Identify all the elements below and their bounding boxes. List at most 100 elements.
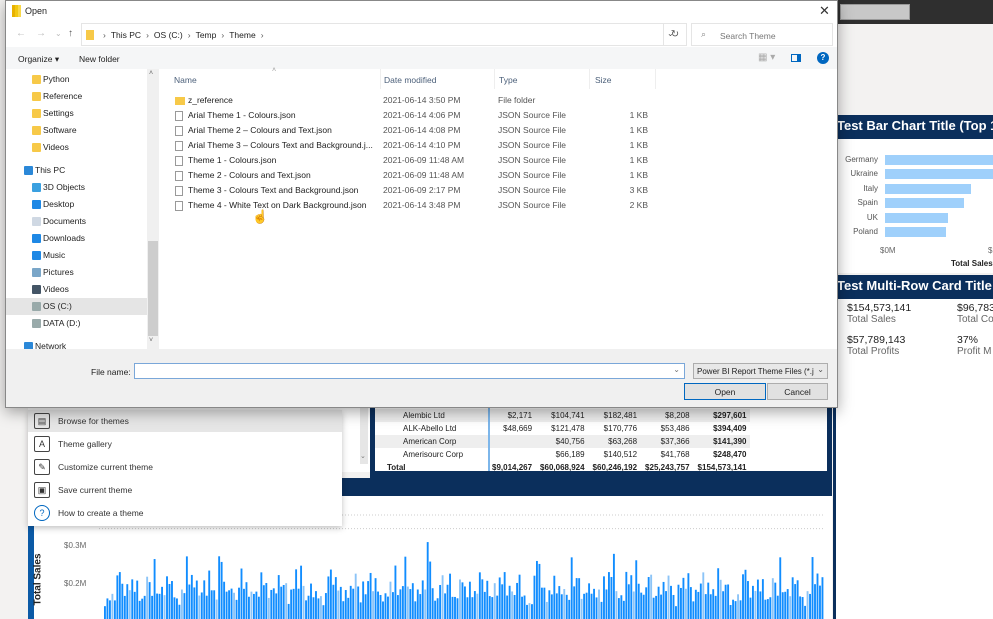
bar[interactable] xyxy=(885,227,946,237)
column-bar[interactable] xyxy=(123,595,126,619)
column-bar[interactable] xyxy=(238,587,240,619)
column-bar[interactable] xyxy=(640,592,643,619)
column-bar[interactable] xyxy=(454,596,456,619)
column-bar[interactable] xyxy=(131,579,134,619)
column-bar[interactable] xyxy=(163,595,166,619)
column-bar[interactable] xyxy=(481,579,484,619)
column-bar[interactable] xyxy=(349,585,352,619)
column-bar[interactable] xyxy=(362,581,365,619)
column-bar[interactable] xyxy=(158,593,161,619)
column-bar[interactable] xyxy=(496,595,499,619)
column-bar[interactable] xyxy=(334,577,337,619)
column-bar[interactable] xyxy=(372,591,375,619)
column-bar[interactable] xyxy=(573,586,576,619)
preview-pane-icon[interactable] xyxy=(791,54,801,62)
column-date-modified[interactable]: Date modified xyxy=(384,75,436,85)
column-bar[interactable] xyxy=(804,605,807,619)
column-bar[interactable] xyxy=(141,598,144,619)
column-bar[interactable] xyxy=(747,581,749,619)
column-bar[interactable] xyxy=(645,587,648,619)
column-bar[interactable] xyxy=(342,601,345,619)
column-bar[interactable] xyxy=(518,574,521,619)
nav-item[interactable]: Videos xyxy=(6,281,147,298)
column-bar[interactable] xyxy=(434,600,437,619)
column-bar[interactable] xyxy=(262,585,265,619)
column-bar[interactable] xyxy=(394,565,397,619)
column-bar[interactable] xyxy=(310,583,312,619)
column-bar[interactable] xyxy=(210,590,213,619)
nav-item[interactable]: Settings xyxy=(6,105,147,122)
column-bar[interactable] xyxy=(580,598,583,619)
column-bar[interactable] xyxy=(287,603,290,619)
column-bar[interactable] xyxy=(399,589,402,619)
column-bar[interactable] xyxy=(682,577,685,619)
column-bar[interactable] xyxy=(121,583,124,619)
menu-item[interactable]: ? How to create a theme xyxy=(28,502,342,524)
breadcrumb-item[interactable]: Temp xyxy=(196,30,217,40)
column-bar[interactable] xyxy=(503,572,506,619)
matrix-visual[interactable]: Alembic Ltd $2,171 $104,741 $182,481 $8,208 $… xyxy=(370,400,832,478)
column-bar[interactable] xyxy=(436,598,439,619)
column-bar[interactable] xyxy=(277,575,280,619)
column-bar[interactable] xyxy=(461,582,464,619)
column-bar[interactable] xyxy=(146,576,149,619)
column-bar[interactable] xyxy=(225,591,228,619)
column-bar[interactable] xyxy=(585,592,588,619)
column-bar[interactable] xyxy=(387,596,389,619)
column-bar[interactable] xyxy=(369,572,372,619)
file-row[interactable]: Theme 3 - Colours Text and Background.js… xyxy=(173,183,663,198)
column-bar[interactable] xyxy=(548,590,551,619)
column-bar[interactable] xyxy=(429,561,432,619)
menu-item[interactable]: ▤ Browse for themes xyxy=(28,410,342,432)
column-bar[interactable] xyxy=(275,593,278,619)
column-bar[interactable] xyxy=(608,572,610,619)
column-bar[interactable] xyxy=(138,600,141,619)
column-bar[interactable] xyxy=(324,593,327,619)
column-bar[interactable] xyxy=(642,594,645,619)
column-bar[interactable] xyxy=(771,578,774,619)
column-bar[interactable] xyxy=(543,587,546,619)
column-bar[interactable] xyxy=(203,580,206,619)
column-bar[interactable] xyxy=(344,590,347,619)
column-bar[interactable] xyxy=(409,589,412,619)
column-bar[interactable] xyxy=(759,591,762,619)
column-bar[interactable] xyxy=(113,600,116,619)
column-bar[interactable] xyxy=(598,589,600,619)
file-row[interactable]: Theme 1 - Colours.json 2021-06-09 11:48 A… xyxy=(173,153,663,168)
column-bar[interactable] xyxy=(377,591,379,619)
column-bar[interactable] xyxy=(359,602,362,619)
recent-locations-chevron-icon[interactable]: ⌄ xyxy=(55,29,62,38)
organize-button[interactable]: Organize ▾ xyxy=(18,54,59,65)
column-bar[interactable] xyxy=(297,588,300,619)
column-bar[interactable] xyxy=(257,596,260,619)
column-bar[interactable] xyxy=(506,595,509,619)
column-bar[interactable] xyxy=(737,594,739,619)
column-bar[interactable] xyxy=(136,580,139,619)
column-bar[interactable] xyxy=(426,542,429,619)
column-bar[interactable] xyxy=(779,557,782,619)
column-bar[interactable] xyxy=(392,592,394,619)
column-bar[interactable] xyxy=(178,604,181,619)
column-bar[interactable] xyxy=(190,574,193,619)
column-bar[interactable] xyxy=(575,578,578,619)
column-bar[interactable] xyxy=(744,569,747,619)
column-bar[interactable] xyxy=(424,589,427,619)
column-bar[interactable] xyxy=(565,594,568,619)
column-bar[interactable] xyxy=(456,598,459,619)
column-bar[interactable] xyxy=(672,594,675,619)
column-bar[interactable] xyxy=(811,557,814,619)
column-bar[interactable] xyxy=(396,595,399,619)
column-bar[interactable] xyxy=(665,591,667,619)
column-bar[interactable] xyxy=(756,579,759,619)
column-bar[interactable] xyxy=(486,580,489,619)
column-bar[interactable] xyxy=(357,586,360,619)
column-bar[interactable] xyxy=(553,575,556,619)
column-bar[interactable] xyxy=(704,594,707,619)
column-bar[interactable] xyxy=(615,591,618,619)
column-bar[interactable] xyxy=(322,605,325,619)
cancel-button[interactable]: Cancel xyxy=(767,383,828,400)
column-bar[interactable] xyxy=(379,594,382,619)
column-bar[interactable] xyxy=(215,599,218,619)
column-bar[interactable] xyxy=(367,581,370,619)
column-bar[interactable] xyxy=(384,593,387,619)
